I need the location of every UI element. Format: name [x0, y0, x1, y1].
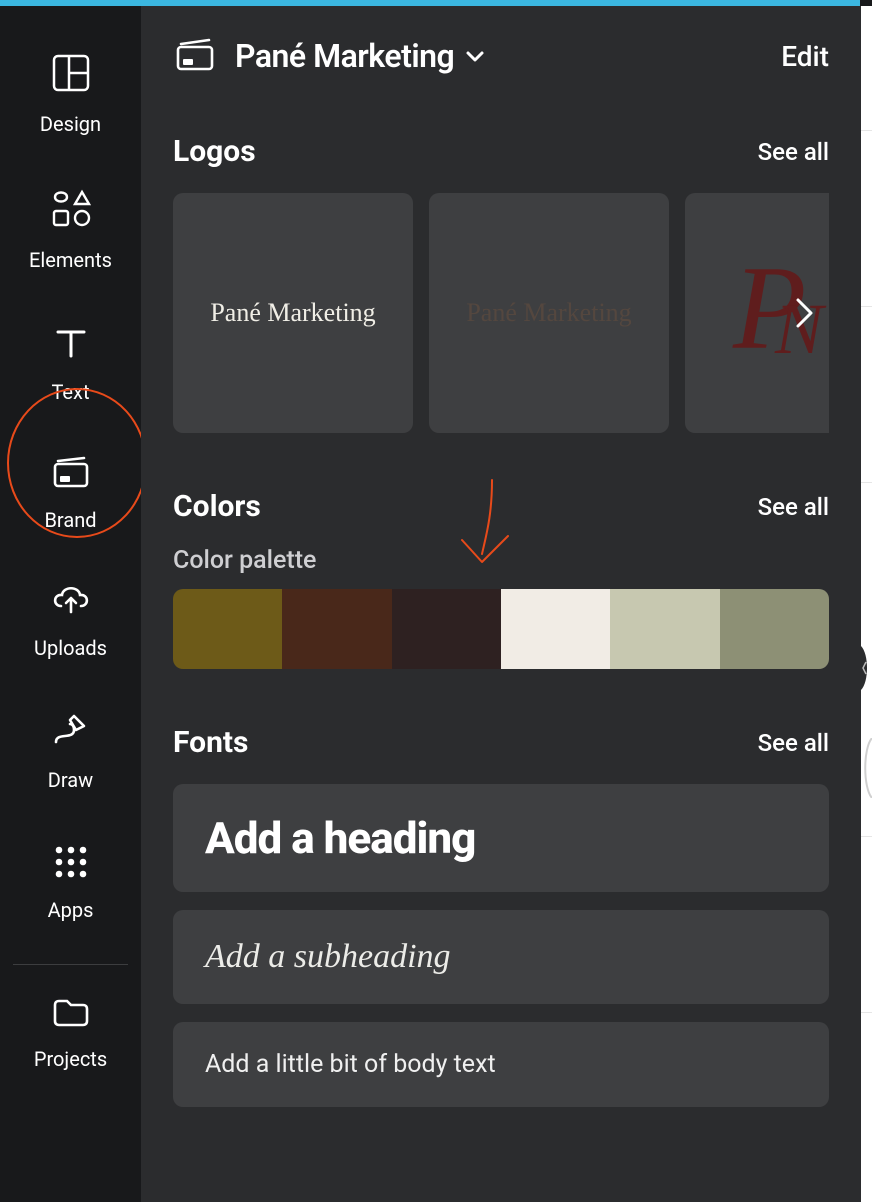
apps-icon: [53, 844, 89, 880]
add-heading-button[interactable]: Add a heading: [173, 784, 829, 892]
logos-carousel: Pané Marketing Pané Marketing P N: [173, 193, 829, 433]
logo-card[interactable]: Pané Marketing: [429, 193, 669, 433]
chevron-down-icon: [464, 37, 486, 75]
draw-icon: [50, 712, 92, 750]
sidebar-item-elements[interactable]: Elements: [1, 170, 141, 306]
fonts-section: Fonts See all Add a heading Add a subhea…: [141, 725, 861, 1107]
sidebar-label: Design: [40, 112, 101, 136]
color-swatch[interactable]: [282, 589, 391, 669]
logos-section: Logos See all Pané Marketing Pané Market…: [141, 134, 861, 433]
see-all-colors[interactable]: See all: [758, 493, 829, 521]
brand-kit-name: Pané Marketing: [235, 37, 454, 75]
section-title-colors: Colors: [173, 489, 261, 524]
color-swatch[interactable]: [610, 589, 719, 669]
palette-label: Color palette: [173, 546, 829, 575]
sidebar-item-design[interactable]: Design: [1, 34, 141, 170]
panel-collapse-handle[interactable]: [861, 646, 872, 690]
brand-icon: [49, 452, 93, 490]
canvas-ruler-tick: [861, 306, 872, 307]
font-body-text: Add a little bit of body text: [205, 1050, 797, 1079]
see-all-logos[interactable]: See all: [758, 138, 829, 166]
add-body-text-button[interactable]: Add a little bit of body text: [173, 1022, 829, 1107]
font-heading-text: Add a heading: [205, 812, 797, 864]
color-swatch[interactable]: [501, 589, 610, 669]
logo-text: Pané Marketing: [466, 298, 631, 328]
elements-icon: [49, 188, 93, 230]
brand-kit-icon: [173, 34, 217, 78]
sidebar-divider: [13, 964, 128, 965]
sidebar-item-uploads[interactable]: Uploads: [1, 562, 141, 694]
colors-section: Colors See all Color palette: [141, 489, 861, 669]
sidebar-item-projects[interactable]: Projects: [1, 971, 141, 1105]
canvas-ruler-tick: [861, 130, 872, 131]
color-swatch[interactable]: [392, 589, 501, 669]
design-icon: [50, 52, 92, 94]
sidebar-label: Elements: [29, 248, 112, 272]
sidebar-item-apps[interactable]: Apps: [1, 826, 141, 956]
sidebar-label: Brand: [44, 508, 96, 532]
canvas-ruler-tick: [861, 1012, 872, 1013]
brand-panel: Pané Marketing Edit Logos See all Pané M…: [141, 6, 861, 1202]
canvas-ruler-tick: [861, 482, 872, 483]
sidebar-item-text[interactable]: Text: [1, 306, 141, 438]
color-palette: [173, 589, 829, 669]
sidebar-label: Draw: [48, 768, 93, 792]
edit-button[interactable]: Edit: [781, 40, 829, 73]
sidebar-item-brand[interactable]: Brand: [1, 438, 141, 562]
color-swatch[interactable]: [173, 589, 282, 669]
logo-card[interactable]: Pané Marketing: [173, 193, 413, 433]
sidebar-label: Projects: [34, 1047, 107, 1071]
brand-kit-dropdown[interactable]: Pané Marketing: [235, 37, 486, 75]
uploads-icon: [49, 580, 93, 618]
section-title-fonts: Fonts: [173, 725, 248, 760]
sidebar-label: Uploads: [34, 636, 107, 660]
section-title-logos: Logos: [173, 134, 256, 169]
add-subheading-button[interactable]: Add a subheading: [173, 910, 829, 1004]
sidebar-item-draw[interactable]: Draw: [1, 694, 141, 826]
carousel-next-button[interactable]: [781, 289, 829, 337]
folder-icon: [51, 995, 91, 1029]
color-swatch[interactable]: [720, 589, 829, 669]
logo-text: Pané Marketing: [210, 298, 375, 328]
panel-header: Pané Marketing Edit: [141, 6, 861, 78]
font-subheading-text: Add a subheading: [205, 938, 797, 976]
see-all-fonts[interactable]: See all: [758, 729, 829, 757]
sidebar: Design Elements Text: [0, 6, 141, 1202]
canvas-ruler-tick: [861, 836, 872, 837]
canvas-edge: [861, 6, 872, 1202]
canvas-handle[interactable]: [861, 746, 872, 790]
sidebar-label: Text: [51, 380, 89, 404]
sidebar-label: Apps: [48, 898, 94, 922]
text-icon: [52, 324, 90, 362]
